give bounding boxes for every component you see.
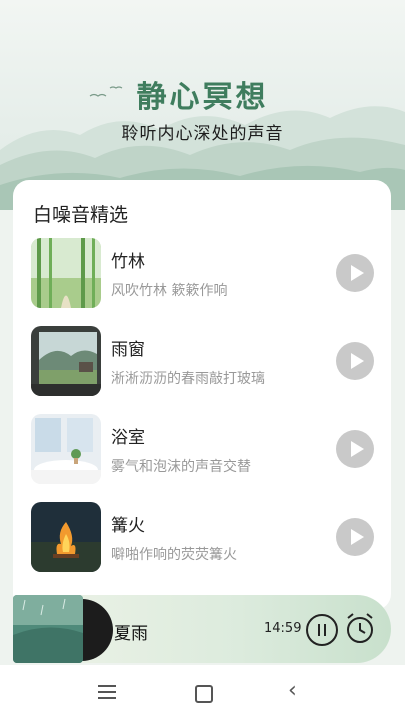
sound-description: 雾气和泡沫的声音交替 <box>111 459 251 475</box>
sound-title: 竹林 <box>111 252 145 272</box>
white-noise-card: 白噪音精选 竹林 风吹竹林 簌簌作响 雨窗 淅淅沥沥的春雨敲打玻璃 浴室 雾气和… <box>13 180 391 610</box>
page-title: 静心冥想 <box>136 80 269 115</box>
sound-title: 篝火 <box>111 516 145 536</box>
back-icon[interactable]: ‹ <box>288 680 297 702</box>
now-playing-cover <box>13 595 83 663</box>
sound-item-bathroom[interactable]: 浴室 雾气和泡沫的声音交替 <box>13 414 391 494</box>
bathroom-image <box>31 414 101 484</box>
sound-description: 淅淅沥沥的春雨敲打玻璃 <box>111 371 265 387</box>
sound-description: 噼啪作响的荧荧篝火 <box>111 547 237 563</box>
play-icon[interactable] <box>336 342 374 380</box>
system-nav-bar: ‹ <box>0 665 405 720</box>
sound-title: 浴室 <box>111 428 145 448</box>
page-subtitle: 聆听内心深处的声音 <box>121 124 284 144</box>
play-icon[interactable] <box>336 254 374 292</box>
pause-icon[interactable] <box>306 614 338 646</box>
home-icon[interactable] <box>195 685 213 703</box>
header-banner: 静心冥想 聆听内心深处的声音 <box>0 0 405 210</box>
campfire-image <box>31 502 101 572</box>
rainy-window-image <box>31 326 101 396</box>
mini-player[interactable]: 夏雨 14:59 <box>13 595 391 663</box>
section-title: 白噪音精选 <box>33 204 129 226</box>
play-icon[interactable] <box>336 430 374 468</box>
remaining-time: 14:59 <box>264 621 302 636</box>
now-playing-title: 夏雨 <box>114 624 148 644</box>
menu-icon[interactable] <box>98 685 116 699</box>
sound-item-campfire[interactable]: 篝火 噼啪作响的荧荧篝火 <box>13 502 391 582</box>
timer-clock-icon[interactable] <box>344 611 376 645</box>
sound-item-rain-window[interactable]: 雨窗 淅淅沥沥的春雨敲打玻璃 <box>13 326 391 406</box>
sound-item-bamboo[interactable]: 竹林 风吹竹林 簌簌作响 <box>13 238 391 318</box>
sound-description: 风吹竹林 簌簌作响 <box>111 283 228 299</box>
play-icon[interactable] <box>336 518 374 556</box>
sound-title: 雨窗 <box>111 340 145 360</box>
bamboo-forest-image <box>31 238 101 308</box>
